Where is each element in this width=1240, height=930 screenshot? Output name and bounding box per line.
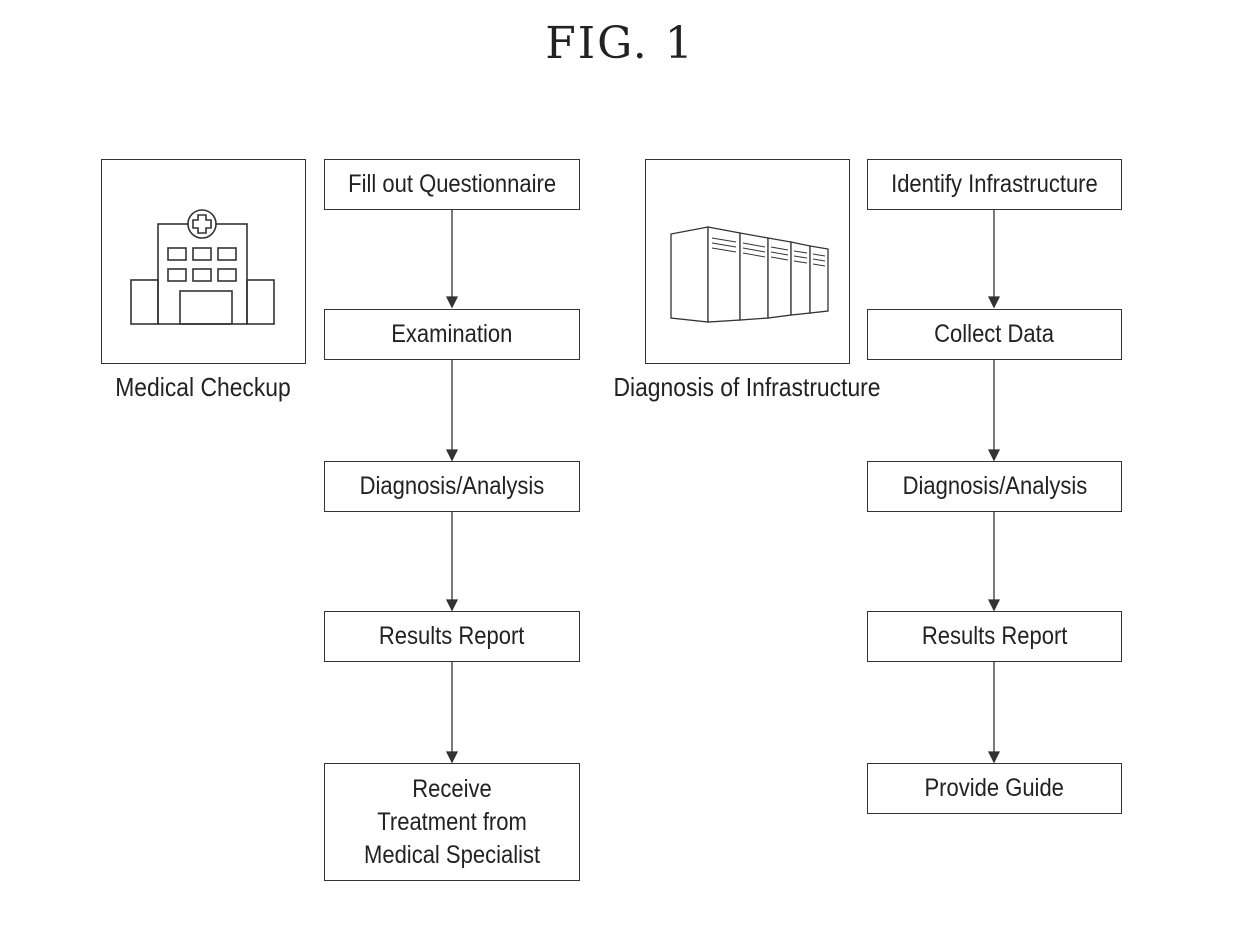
server-racks-icon [670, 226, 829, 323]
arrowhead-icon [445, 599, 459, 612]
hospital-icon [130, 209, 275, 325]
step-collect-data: Collect Data [867, 309, 1122, 360]
step-results-report-right: Results Report [867, 611, 1122, 662]
step-diagnosis-analysis-left: Diagnosis/Analysis [324, 461, 580, 512]
arrowhead-icon [445, 449, 459, 462]
medical-checkup-panel [101, 159, 306, 364]
step-provide-guide: Provide Guide [867, 763, 1122, 814]
arrowhead-icon [987, 296, 1001, 309]
arrowhead-icon [987, 599, 1001, 612]
step-results-report-left: Results Report [324, 611, 580, 662]
arrowhead-icon [445, 751, 459, 764]
arrowhead-icon [987, 751, 1001, 764]
figure-title: FIG. 1 [545, 18, 695, 69]
arrowhead-icon [445, 296, 459, 309]
step-diagnosis-analysis-right: Diagnosis/Analysis [867, 461, 1122, 512]
step-examination: Examination [324, 309, 580, 360]
arrowhead-icon [987, 449, 1001, 462]
infrastructure-panel [645, 159, 850, 364]
step-fill-out-questionnaire: Fill out Questionnaire [324, 159, 580, 210]
step-receive-treatment: Receive Treatment from Medical Specialis… [324, 763, 580, 881]
medical-checkup-caption: Medical Checkup [115, 372, 291, 402]
infrastructure-caption: Diagnosis of Infrastructure [613, 372, 881, 402]
step-identify-infrastructure: Identify Infrastructure [867, 159, 1122, 210]
